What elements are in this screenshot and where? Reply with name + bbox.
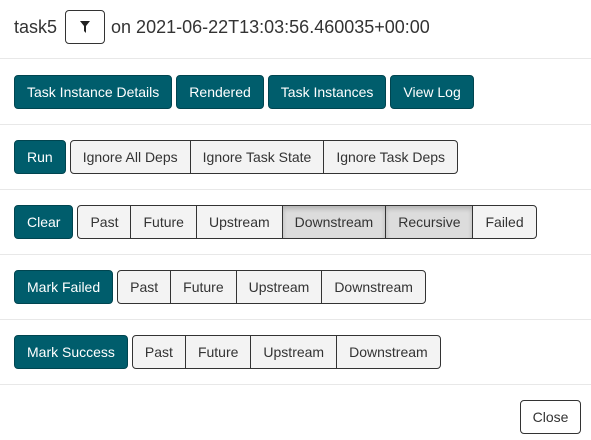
run-row: Run Ignore All Deps Ignore Task State Ig… <box>14 140 459 174</box>
success-downstream-toggle[interactable]: Downstream <box>336 335 441 369</box>
clear-recursive-toggle[interactable]: Recursive <box>385 205 474 239</box>
success-upstream-toggle[interactable]: Upstream <box>250 335 338 369</box>
clear-options: Past Future Upstream Downstream Recursiv… <box>77 205 537 239</box>
filter-button[interactable] <box>65 10 106 44</box>
divider <box>0 124 591 125</box>
ignore-task-state-toggle[interactable]: Ignore Task State <box>189 140 325 174</box>
failed-downstream-toggle[interactable]: Downstream <box>321 270 426 304</box>
mark-success-row: Mark Success Past Future Upstream Downst… <box>14 335 441 369</box>
clear-upstream-toggle[interactable]: Upstream <box>195 205 283 239</box>
mark-success-options: Past Future Upstream Downstream <box>131 335 441 369</box>
divider <box>0 58 591 59</box>
failed-past-toggle[interactable]: Past <box>117 270 172 304</box>
filter-icon <box>80 21 91 33</box>
task-header: task5 on 2021-06-22T13:03:56.460035+00:0… <box>14 10 430 44</box>
clear-past-toggle[interactable]: Past <box>77 205 132 239</box>
failed-upstream-toggle[interactable]: Upstream <box>235 270 323 304</box>
mark-failed-options: Past Future Upstream Downstream <box>117 270 426 304</box>
task-instance-details-button[interactable]: Task Instance Details <box>14 75 173 109</box>
rendered-button[interactable]: Rendered <box>176 75 264 109</box>
mark-failed-row: Mark Failed Past Future Upstream Downstr… <box>14 270 426 304</box>
task-instances-button[interactable]: Task Instances <box>267 75 387 109</box>
ignore-all-deps-toggle[interactable]: Ignore All Deps <box>69 140 191 174</box>
success-past-toggle[interactable]: Past <box>131 335 186 369</box>
run-options: Ignore All Deps Ignore Task State Ignore… <box>69 140 459 174</box>
success-future-toggle[interactable]: Future <box>184 335 252 369</box>
view-log-button[interactable]: View Log <box>390 75 474 109</box>
clear-downstream-toggle[interactable]: Downstream <box>281 205 387 239</box>
clear-row: Clear Past Future Upstream Downstream Re… <box>14 205 537 239</box>
mark-success-button[interactable]: Mark Success <box>14 335 128 369</box>
execution-date: on 2021-06-22T13:03:56.460035+00:00 <box>111 16 430 37</box>
action-row: Task Instance Details Rendered Task Inst… <box>14 75 474 109</box>
run-button[interactable]: Run <box>14 140 66 174</box>
ignore-task-deps-toggle[interactable]: Ignore Task Deps <box>323 140 459 174</box>
clear-button[interactable]: Clear <box>14 205 74 239</box>
footer-divider <box>0 384 591 385</box>
mark-failed-button[interactable]: Mark Failed <box>14 270 114 304</box>
divider <box>0 319 591 320</box>
clear-future-toggle[interactable]: Future <box>130 205 197 239</box>
divider <box>0 254 591 255</box>
clear-failed-toggle[interactable]: Failed <box>472 205 537 239</box>
divider <box>0 189 591 190</box>
close-button[interactable]: Close <box>520 400 581 434</box>
task-id: task5 <box>14 16 58 37</box>
failed-future-toggle[interactable]: Future <box>170 270 237 304</box>
